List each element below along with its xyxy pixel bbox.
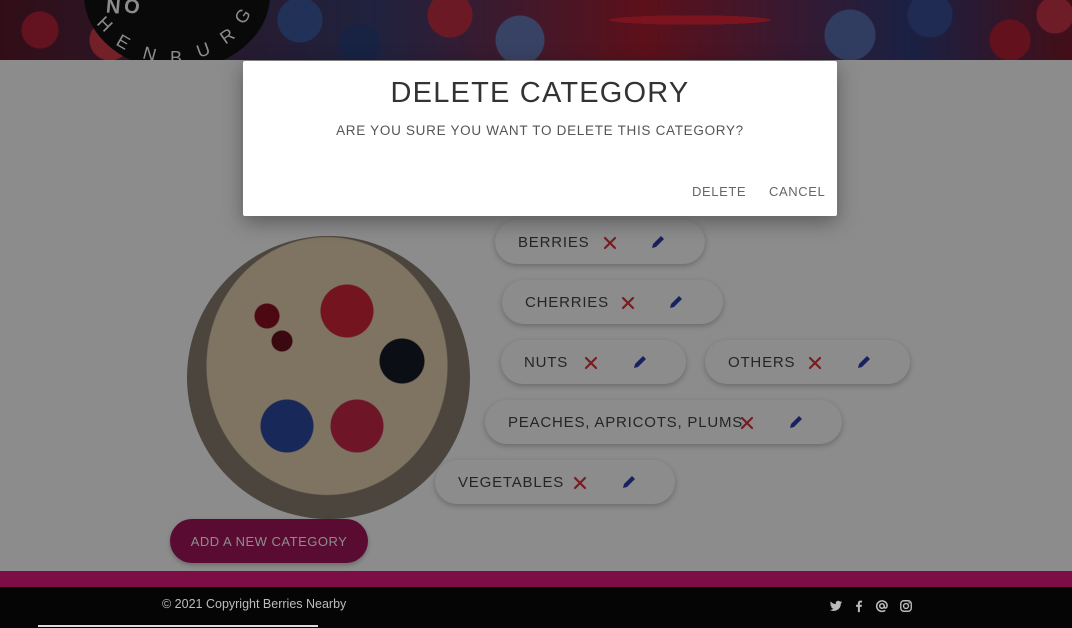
delete-button[interactable]: DELETE	[692, 184, 746, 199]
facebook-icon[interactable]	[852, 599, 866, 613]
cancel-button[interactable]: CANCEL	[769, 184, 825, 199]
dialog-title: DELETE CATEGORY	[390, 77, 690, 109]
copyright-text: © 2021 Copyright Berries Nearby	[162, 597, 347, 611]
delete-category-dialog: DELETE CATEGORY ARE YOU SURE YOU WANT TO…	[243, 61, 837, 216]
footer-accent-bar	[0, 571, 1072, 587]
dialog-message: ARE YOU SURE YOU WANT TO DELETE THIS CAT…	[336, 123, 744, 138]
footer: © 2021 Copyright Berries Nearby	[0, 587, 1072, 628]
twitter-icon[interactable]	[829, 599, 843, 613]
footer-divider	[38, 625, 318, 627]
at-icon[interactable]	[875, 599, 889, 613]
instagram-icon[interactable]	[899, 599, 913, 613]
